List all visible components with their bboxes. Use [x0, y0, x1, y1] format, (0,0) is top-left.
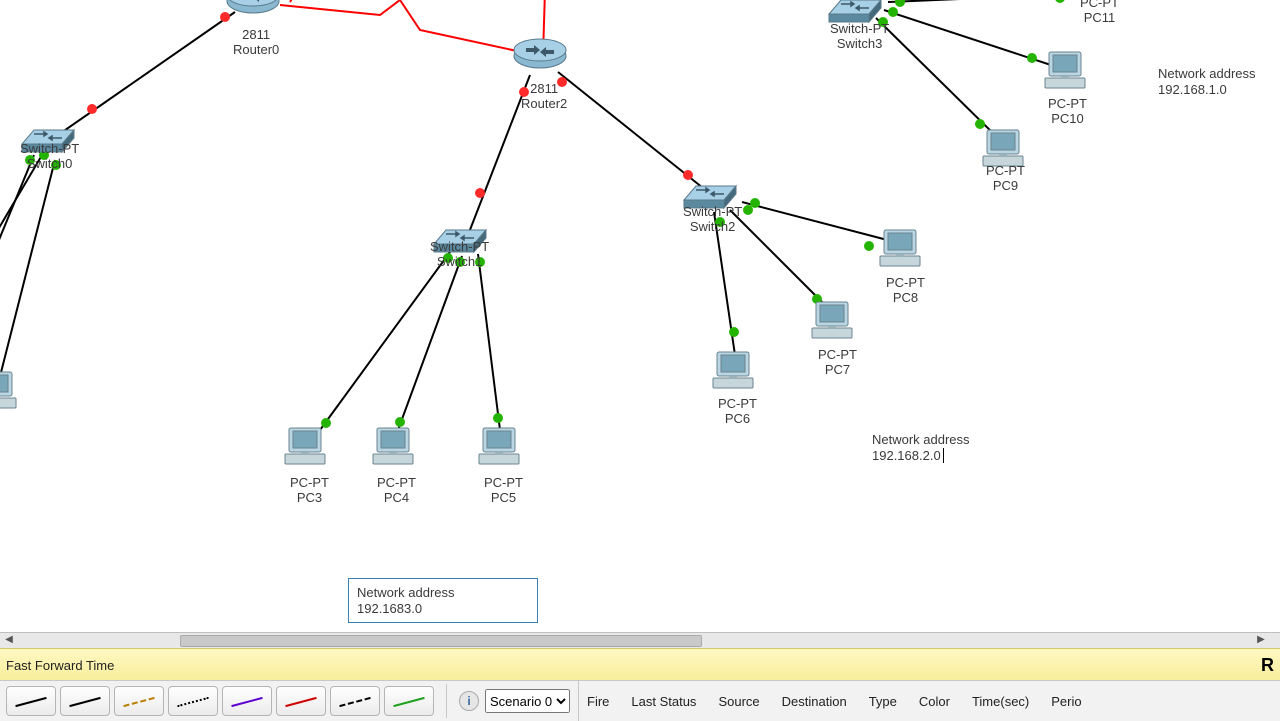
pc11-label[interactable]: PC-PT PC11: [1080, 0, 1119, 26]
pc-offscreen-icon: [0, 372, 16, 408]
pc8-icon: [880, 230, 920, 266]
info-icon[interactable]: i: [459, 691, 479, 711]
conn-serial-dce-button[interactable]: [276, 686, 326, 716]
switch3-icon: [829, 0, 881, 22]
switch3-label[interactable]: Switch-PT Switch3: [830, 22, 889, 52]
pc7-label[interactable]: PC-PT PC7: [818, 348, 857, 378]
conn-console-button[interactable]: [168, 686, 218, 716]
pc3-icon: [285, 428, 325, 464]
note-net2[interactable]: Network address 192.168.2.0: [872, 432, 970, 463]
scroll-left-arrow[interactable]: ◀: [2, 635, 16, 645]
connection-tools: [0, 686, 440, 716]
pc10-icon: [1045, 52, 1085, 88]
router2-icon: [514, 39, 566, 68]
col-destination: Destination: [782, 694, 847, 709]
fast-forward-label[interactable]: Fast Forward Time: [6, 658, 114, 673]
topology-overlay: [0, 0, 1280, 632]
simulation-headers: Fire Last Status Source Destination Type…: [578, 681, 1082, 721]
pc5-label[interactable]: PC-PT PC5: [484, 476, 523, 506]
col-last-status: Last Status: [631, 694, 696, 709]
status-bar: Fast Forward Time R: [0, 648, 1280, 682]
divider: [446, 684, 447, 718]
col-time: Time(sec): [972, 694, 1029, 709]
pc5-icon: [479, 428, 519, 464]
realtime-indicator[interactable]: R: [1261, 655, 1274, 676]
scenario-select[interactable]: Scenario 0: [485, 689, 570, 713]
conn-coax-button[interactable]: [384, 686, 434, 716]
note-net1[interactable]: Network address 192.168.1.0: [1158, 66, 1256, 97]
router0-icon: [227, 0, 279, 13]
router2-label[interactable]: 2811 Router2: [521, 82, 567, 112]
switch2-label[interactable]: Switch-PT Switch2: [683, 205, 742, 235]
conn-fiber-button[interactable]: [222, 686, 272, 716]
col-source: Source: [718, 694, 759, 709]
pc3-label[interactable]: PC-PT PC3: [290, 476, 329, 506]
pc9-label[interactable]: PC-PT PC9: [986, 164, 1025, 194]
horizontal-scrollbar[interactable]: ◀ ▶: [0, 632, 1280, 649]
workspace-canvas[interactable]: 2811 Router0 2811 Router2 Switch-PT Swit…: [0, 0, 1280, 632]
pc8-label[interactable]: PC-PT PC8: [886, 276, 925, 306]
col-fire: Fire: [587, 694, 609, 709]
note-box-editing[interactable]: Network address 192.1683.0: [348, 578, 538, 623]
col-color: Color: [919, 694, 950, 709]
col-type: Type: [869, 694, 897, 709]
pc9-icon: [983, 130, 1023, 166]
switch1-label[interactable]: Switch-PT Switch1: [430, 240, 489, 270]
scroll-right-arrow[interactable]: ▶: [1254, 635, 1268, 645]
pc4-icon: [373, 428, 413, 464]
pc6-label[interactable]: PC-PT PC6: [718, 397, 757, 427]
conn-auto-button[interactable]: [6, 686, 56, 716]
conn-cross-button[interactable]: [114, 686, 164, 716]
pc6-icon: [713, 352, 753, 388]
pc4-label[interactable]: PC-PT PC4: [377, 476, 416, 506]
conn-straight-button[interactable]: [60, 686, 110, 716]
pc10-label[interactable]: PC-PT PC10: [1048, 97, 1087, 127]
scroll-thumb[interactable]: [180, 635, 702, 647]
col-periodic: Perio: [1051, 694, 1081, 709]
pc7-icon: [812, 302, 852, 338]
conn-phone-button[interactable]: [330, 686, 380, 716]
bottom-bar: i Scenario 0 Fire Last Status Source Des…: [0, 680, 1280, 721]
router0-label[interactable]: 2811 Router0: [233, 28, 279, 58]
switch0-label[interactable]: Switch-PT Switch0: [20, 142, 79, 172]
